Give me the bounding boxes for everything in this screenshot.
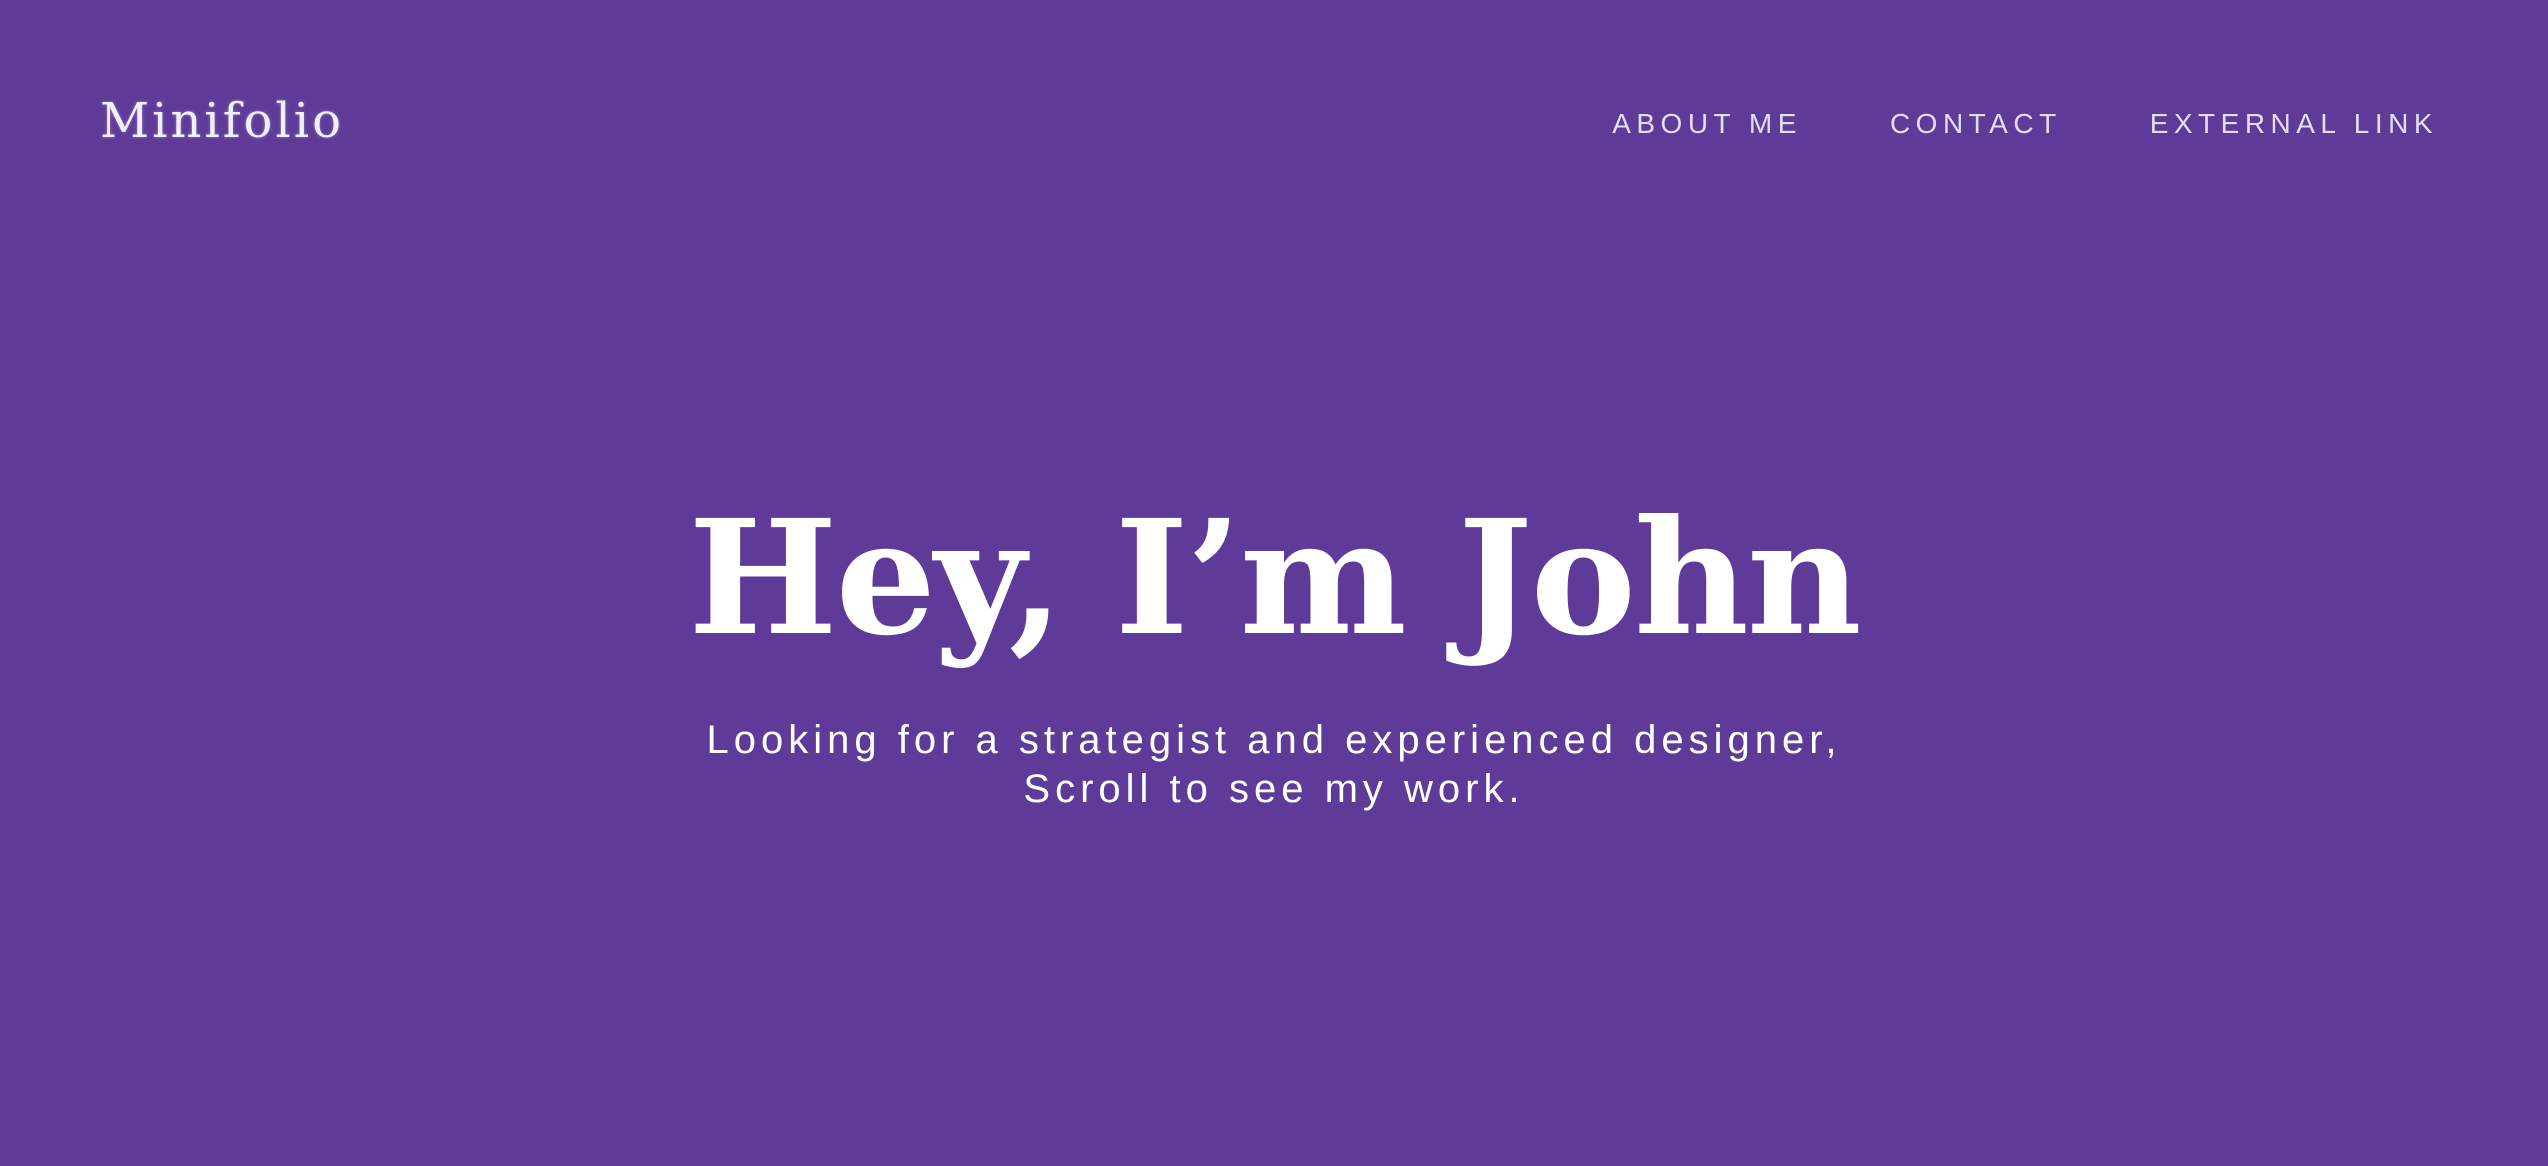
site-logo[interactable]: Minifolio	[100, 97, 344, 145]
nav-link-about-me[interactable]: ABOUT ME	[1612, 110, 1802, 138]
main-nav: ABOUT ME CONTACT EXTERNAL LINK	[1612, 110, 2438, 138]
hero-subtitle-line-1: Looking for a strategist and experienced…	[706, 718, 1842, 762]
hero-subtitle-line-2: Scroll to see my work.	[1023, 767, 1525, 811]
hero-section: Hey, I’m John Looking for a strategist a…	[0, 500, 2548, 814]
site-header: Minifolio ABOUT ME CONTACT EXTERNAL LINK	[0, 0, 2548, 260]
nav-link-contact[interactable]: CONTACT	[1890, 110, 2062, 138]
hero-subtitle: Looking for a strategist and experienced…	[0, 716, 2548, 814]
nav-link-external[interactable]: EXTERNAL LINK	[2150, 110, 2438, 138]
hero-title: Hey, I’m John	[688, 486, 1862, 671]
